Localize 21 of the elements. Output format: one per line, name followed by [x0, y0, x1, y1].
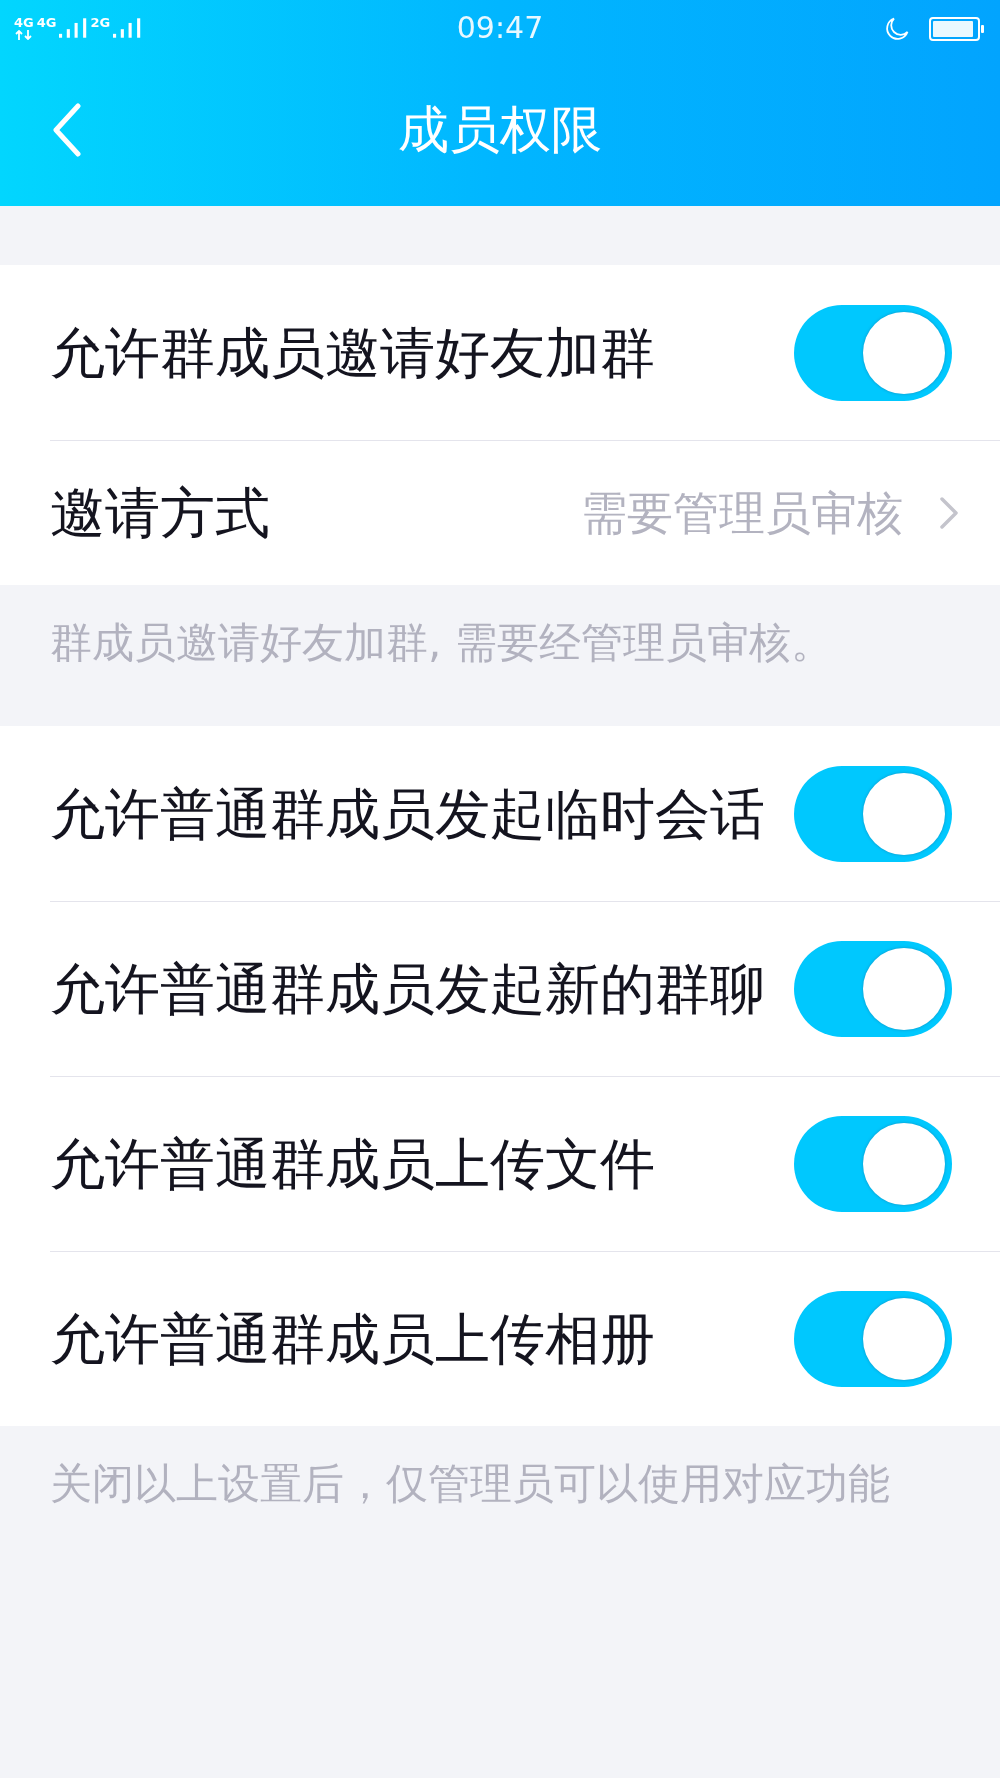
- network-type-label: 4G: [36, 15, 57, 29]
- setting-label: 允许普通群成员发起新的群聊: [50, 957, 765, 1021]
- network-type-label: 4G: [14, 15, 34, 29]
- chevron-right-icon: [939, 496, 959, 530]
- data-transfer-icon: [14, 29, 33, 40]
- setting-label: 允许普通群成员发起临时会话: [50, 781, 765, 846]
- page-title: 成员权限: [398, 100, 602, 160]
- setting-label: 允许普通群成员上传文件: [50, 1132, 655, 1196]
- signal-strength-icon: [59, 15, 88, 40]
- section-footnote: 群成员邀请好友加群, 需要经管理员审核。: [49, 617, 834, 669]
- network-type-label: 2G: [90, 15, 111, 29]
- back-icon[interactable]: [52, 103, 82, 157]
- setting-label: 邀请方式: [50, 481, 270, 545]
- battery-icon: [929, 16, 985, 41]
- setting-label: 允许群成员邀请好友加群: [50, 320, 655, 385]
- section-footnote: 关闭以上设置后，仅管理员可以使用对应功能: [49, 1458, 891, 1510]
- setting-label: 允许普通群成员上传相册: [50, 1307, 655, 1371]
- moon-icon: [883, 16, 909, 41]
- status-time: 09:47: [456, 11, 544, 45]
- signal-strength-icon: [113, 15, 142, 40]
- setting-value[interactable]: 需要管理员审核: [581, 485, 903, 541]
